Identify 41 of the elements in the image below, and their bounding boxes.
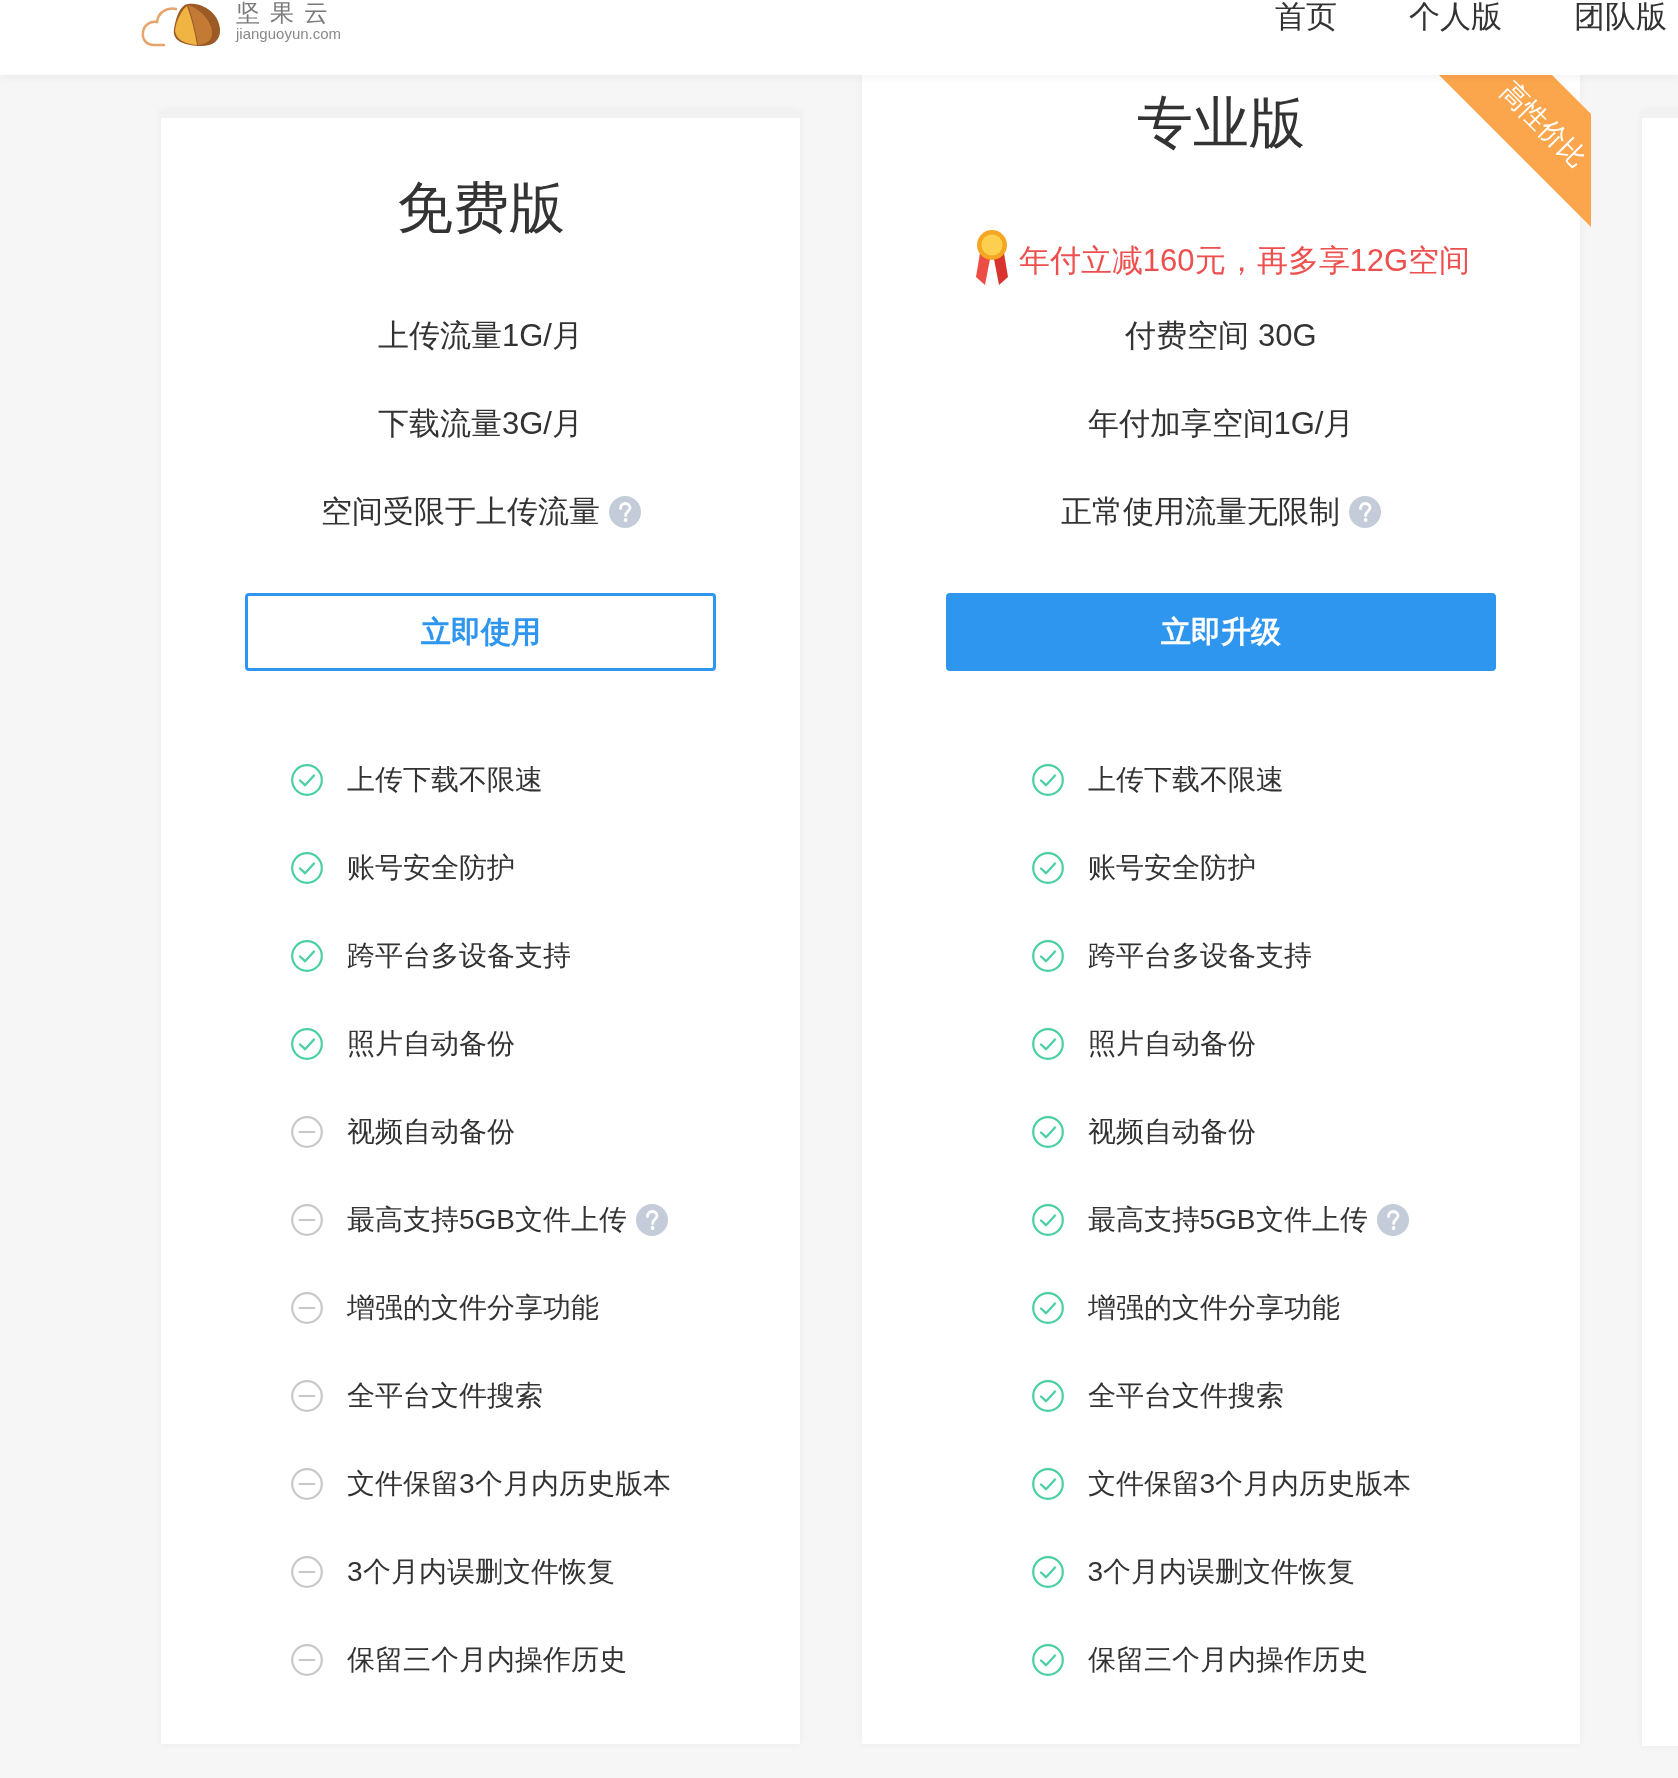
logo-domain: jianguoyun.com (236, 25, 342, 43)
plan-spec: 付费空间 30G (1125, 317, 1317, 355)
feature-label: 文件保留3个月内历史版本 (347, 1467, 671, 1501)
help-icon[interactable] (1376, 1204, 1409, 1236)
plan-spec: 空间受限于上传流量 (320, 493, 600, 531)
help-icon[interactable] (1349, 496, 1381, 528)
feature-label: 全平台文件搜索 (1087, 1379, 1284, 1413)
feature-label: 账号安全防护 (1087, 851, 1256, 885)
nav-link[interactable]: 个人版 (1409, 0, 1502, 34)
feature-label: 保留三个月内操作历史 (1087, 1643, 1368, 1677)
feature-label: 视频自动备份 (347, 1115, 515, 1149)
plan-title: 免费版 (396, 178, 565, 238)
feature-label: 视频自动备份 (1087, 1115, 1256, 1149)
plan-spec: 年付加享空间1G/月 (1087, 405, 1355, 443)
plan-spec: 下载流量3G/月 (378, 405, 583, 443)
feature-label: 最高支持5GB文件上传 (1087, 1203, 1368, 1237)
nav-link[interactable]: 团队版 (1574, 0, 1667, 34)
feature-label: 3个月内误删文件恢复 (347, 1555, 615, 1589)
feature-label: 照片自动备份 (347, 1027, 515, 1061)
feature-label: 文件保留3个月内历史版本 (1087, 1467, 1412, 1501)
feature-label: 保留三个月内操作历史 (347, 1643, 627, 1677)
feature-label: 3个月内误删文件恢复 (1087, 1555, 1356, 1589)
help-icon[interactable] (636, 1204, 669, 1236)
promo-text: 年付立减160元，再多享12G空间 (1018, 241, 1471, 280)
plan-spec: 上传流量1G/月 (378, 317, 583, 355)
help-icon[interactable] (608, 496, 641, 528)
feature-label: 上传下载不限速 (347, 763, 543, 797)
feature-label: 账号安全防护 (347, 851, 515, 885)
nav-link[interactable]: 首页 (1275, 0, 1337, 34)
feature-label: 最高支持5GB文件上传 (347, 1203, 628, 1237)
feature-label: 上传下载不限速 (1087, 763, 1284, 797)
feature-label: 增强的文件分享功能 (347, 1291, 599, 1325)
ribbon-label: 高性价比 (1495, 77, 1591, 173)
feature-label: 跨平台多设备支持 (347, 939, 571, 973)
feature-label: 增强的文件分享功能 (1087, 1291, 1340, 1325)
logo-name: 坚果云 (236, 0, 338, 25)
feature-label: 跨平台多设备支持 (1087, 939, 1312, 973)
feature-label: 全平台文件搜索 (347, 1379, 543, 1413)
feature-label: 照片自动备份 (1087, 1027, 1256, 1061)
plan-spec: 正常使用流量无限制 (1061, 493, 1340, 531)
plan-title: 专业版 (1137, 93, 1305, 153)
